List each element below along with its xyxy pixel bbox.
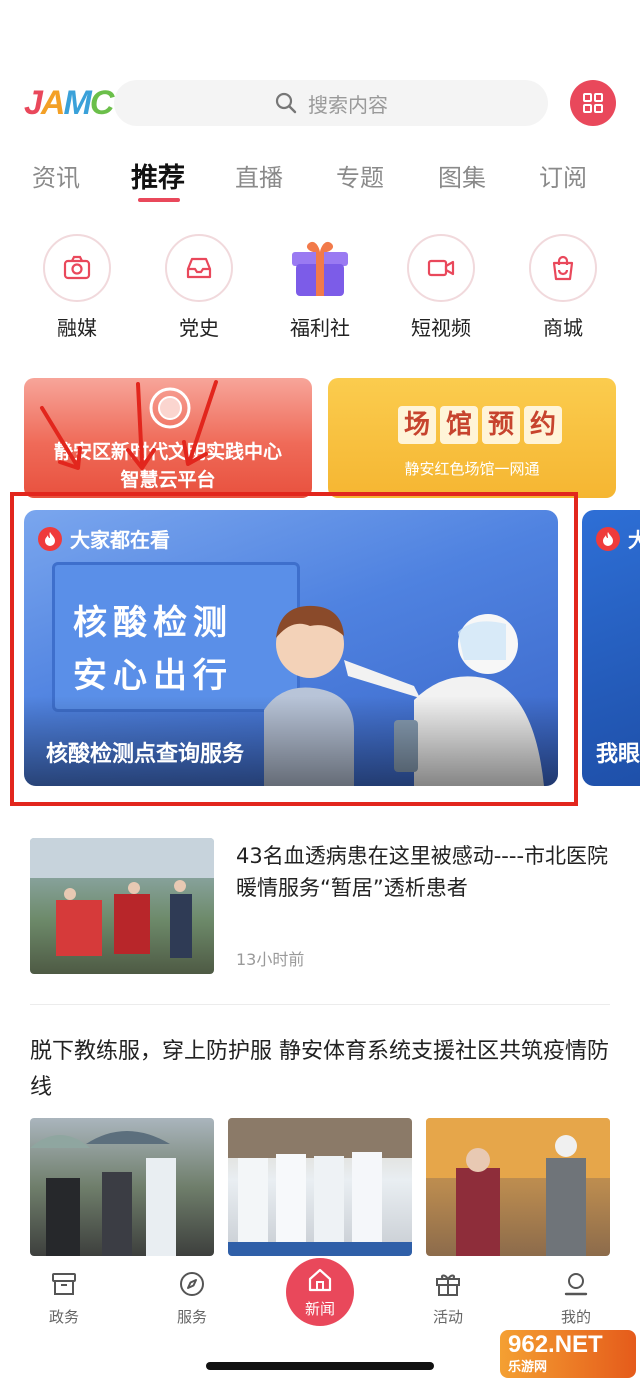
quick-link-label: 融媒 bbox=[57, 316, 97, 340]
list-divider bbox=[30, 1004, 610, 1005]
quick-link-mall[interactable]: 商城 bbox=[513, 234, 613, 341]
logo-text: JAMC bbox=[24, 84, 114, 122]
site-watermark: 962.NET 乐游网 bbox=[500, 1330, 636, 1378]
compass-icon bbox=[180, 1272, 204, 1296]
search-placeholder: 搜索内容 bbox=[308, 92, 388, 117]
quick-link-welfare[interactable]: 福利社 bbox=[270, 234, 370, 341]
tab-gallery[interactable]: 图集 bbox=[422, 158, 502, 193]
nav-label: 活动 bbox=[432, 1308, 463, 1326]
app-logo[interactable]: JAMC bbox=[24, 82, 114, 124]
news-title[interactable]: 脱下教练服，穿上防护服 静安体育系统支援社区共筑疫情防线 bbox=[30, 1034, 620, 1106]
gift-icon bbox=[292, 241, 348, 296]
quick-link-label: 福利社 bbox=[290, 316, 350, 340]
news-thumbnail bbox=[30, 838, 214, 974]
title-char: 场 bbox=[398, 406, 436, 444]
news-image-2[interactable] bbox=[228, 1118, 412, 1256]
grid-menu-button[interactable] bbox=[570, 80, 616, 126]
quick-link-media[interactable]: 融媒 bbox=[27, 234, 127, 341]
promo-venue-booking[interactable]: 场 馆 预 约 静安红色场馆一网通 bbox=[328, 378, 616, 498]
quick-link-circle bbox=[407, 234, 475, 302]
quick-link-circle bbox=[43, 234, 111, 302]
home-icon bbox=[308, 1268, 332, 1292]
quick-link-label: 商城 bbox=[543, 316, 583, 340]
title-char: 馆 bbox=[440, 406, 478, 444]
trending-badge: 大 bbox=[596, 524, 640, 553]
nav-item-services[interactable]: 服务 bbox=[152, 1270, 232, 1327]
tab-recommend[interactable]: 推荐 bbox=[118, 156, 198, 195]
news-image-3[interactable] bbox=[426, 1118, 610, 1256]
news-timestamp: 13小时前 bbox=[236, 950, 305, 969]
shopping-bag-icon bbox=[552, 255, 574, 281]
video-camera-icon bbox=[427, 259, 455, 277]
venue-booking-title: 场 馆 预 约 bbox=[398, 406, 562, 444]
news-image-1[interactable] bbox=[30, 1118, 214, 1256]
gift-box bbox=[286, 234, 354, 302]
user-icon bbox=[564, 1273, 588, 1296]
tab-topics[interactable]: 专题 bbox=[320, 158, 400, 193]
quick-link-circle bbox=[165, 234, 233, 302]
nav-item-profile[interactable]: 我的 bbox=[536, 1270, 616, 1327]
nav-label: 新闻 bbox=[304, 1300, 335, 1318]
inbox-icon bbox=[186, 257, 212, 279]
tab-news[interactable]: 资讯 bbox=[16, 158, 96, 193]
archive-icon bbox=[52, 1273, 76, 1295]
quick-link-party-history[interactable]: 党史 bbox=[149, 234, 249, 341]
top-header: JAMC 搜索内容 bbox=[0, 78, 640, 128]
featured-card-next[interactable]: 大 我眼 bbox=[582, 510, 640, 786]
quick-link-short-video[interactable]: 短视频 bbox=[391, 234, 491, 341]
nav-label: 政务 bbox=[48, 1308, 79, 1326]
tab-subscribe[interactable]: 订阅 bbox=[523, 158, 603, 193]
active-tab-indicator bbox=[138, 198, 180, 202]
nav-label: 我的 bbox=[560, 1308, 591, 1326]
title-char: 预 bbox=[482, 406, 520, 444]
quick-link-circle bbox=[529, 234, 597, 302]
search-icon bbox=[275, 92, 297, 114]
news-title: 43名血透病患在这里被感动----市北医院暖情服务“暂居”透析患者 bbox=[236, 844, 609, 900]
search-bar[interactable]: 搜索内容 bbox=[114, 80, 548, 126]
home-indicator[interactable] bbox=[206, 1362, 434, 1370]
tab-live[interactable]: 直播 bbox=[219, 158, 299, 193]
quick-link-label: 短视频 bbox=[411, 316, 471, 340]
news-item[interactable]: 43名血透病患在这里被感动----市北医院暖情服务“暂居”透析患者 13小时前 bbox=[0, 838, 640, 978]
highlight-box bbox=[10, 492, 578, 806]
watermark-line1: 962.NET bbox=[508, 1331, 603, 1358]
title-char: 约 bbox=[524, 406, 562, 444]
venue-booking-subtitle: 静安红色场馆一网通 bbox=[404, 460, 540, 478]
quick-link-label: 党史 bbox=[179, 316, 219, 340]
gift-icon bbox=[436, 1274, 460, 1296]
quick-links: 融媒 党史 福利社 短视频 商城 bbox=[0, 234, 640, 344]
nav-item-news[interactable]: 新闻 bbox=[286, 1258, 354, 1326]
watermark-line2: 乐游网 bbox=[508, 1359, 548, 1374]
trending-badge-label: 大 bbox=[628, 528, 640, 552]
card-caption: 我眼 bbox=[596, 742, 640, 767]
camera-icon bbox=[63, 255, 91, 280]
annotation-arrows bbox=[40, 380, 218, 470]
nav-item-government[interactable]: 政务 bbox=[24, 1270, 104, 1327]
fire-icon bbox=[596, 526, 620, 551]
category-tabs: 资讯 推荐 直播 专题 图集 订阅 bbox=[0, 158, 640, 208]
nav-item-activities[interactable]: 活动 bbox=[408, 1270, 488, 1327]
grid-icon bbox=[583, 93, 603, 113]
nav-label: 服务 bbox=[176, 1308, 207, 1326]
